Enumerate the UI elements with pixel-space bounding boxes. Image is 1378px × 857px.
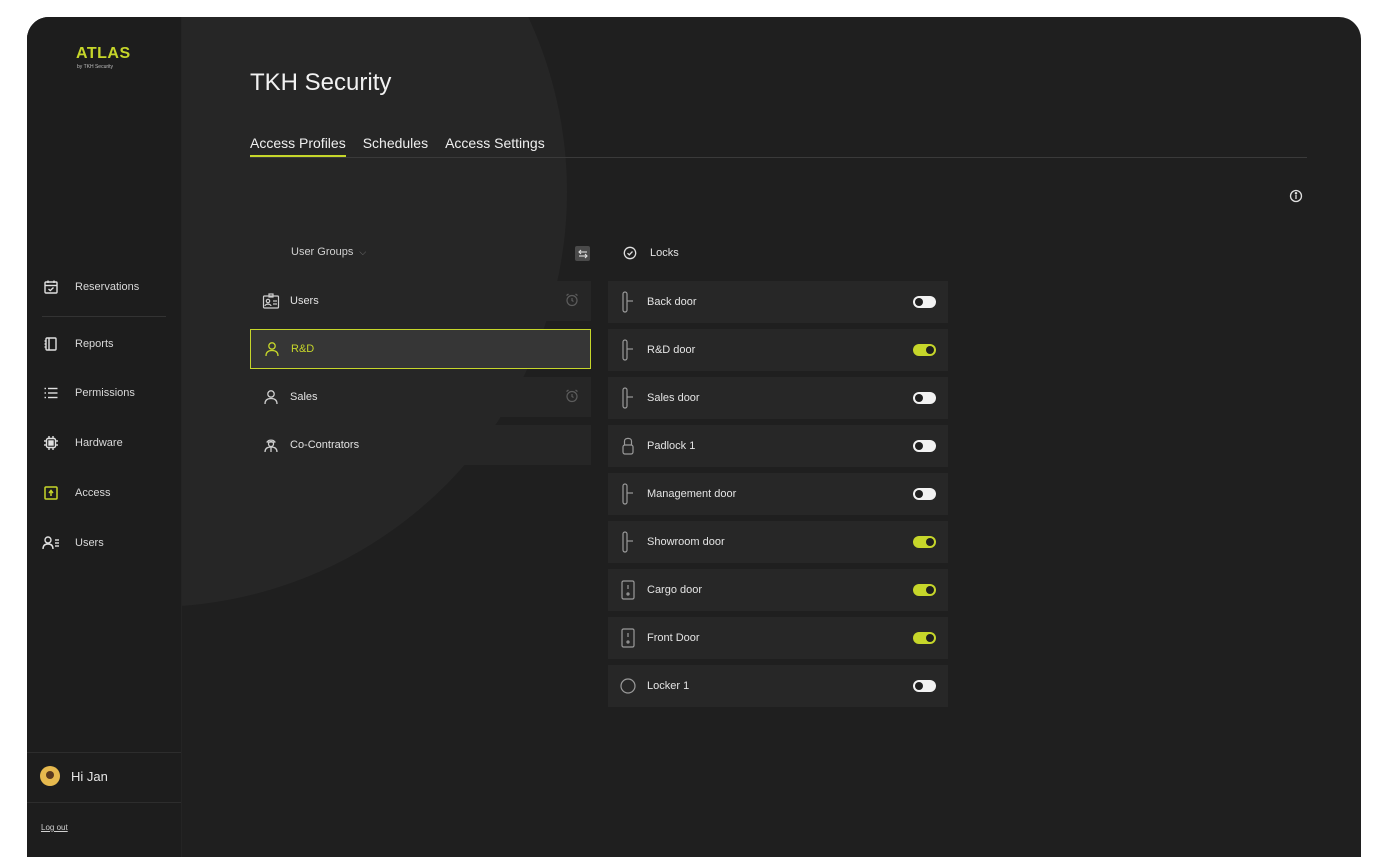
lock-row-cargo-door: Cargo door xyxy=(608,569,948,611)
tab-access-settings[interactable]: Access Settings xyxy=(445,135,545,157)
app-window: ATLAS by TKH Security Reservations Repor… xyxy=(27,17,1361,857)
door-handle-icon xyxy=(620,291,636,313)
user-greeting[interactable]: Hi Jan xyxy=(40,766,108,786)
id-card-icon xyxy=(261,291,281,311)
sidebar-item-users[interactable]: Users xyxy=(42,533,104,553)
sidebar-item-label: Users xyxy=(75,537,104,549)
contractor-icon xyxy=(261,435,281,455)
group-row-co-contrators[interactable]: Co-Contrators xyxy=(250,425,591,465)
sidebar-item-label: Reports xyxy=(75,338,114,350)
chip-icon xyxy=(42,434,60,452)
sidebar-bottom-divider xyxy=(27,802,181,803)
sidebar-divider xyxy=(42,316,166,317)
access-icon xyxy=(42,484,60,502)
user-groups-label: User Groups xyxy=(291,246,354,258)
lock-toggle[interactable] xyxy=(913,680,936,692)
sidebar-item-label: Hardware xyxy=(75,437,123,449)
swap-icon xyxy=(577,249,588,258)
logout-link[interactable]: Log out xyxy=(41,823,68,832)
lock-toggle[interactable] xyxy=(913,536,936,548)
lock-toggle[interactable] xyxy=(913,488,936,500)
lock-row-sales-door: Sales door xyxy=(608,377,948,419)
door-panel-icon xyxy=(620,627,636,649)
check-circle-icon xyxy=(623,246,637,260)
page-title: TKH Security xyxy=(250,69,392,96)
lock-toggle[interactable] xyxy=(913,392,936,404)
lock-label: Back door xyxy=(647,296,697,308)
door-handle-icon xyxy=(620,339,636,361)
locker-icon xyxy=(620,675,636,697)
door-handle-icon xyxy=(620,483,636,505)
sidebar-item-reports[interactable]: Reports xyxy=(42,334,114,354)
swap-button[interactable] xyxy=(575,246,590,261)
user-icon xyxy=(262,339,282,359)
door-handle-icon xyxy=(620,387,636,409)
group-label: R&D xyxy=(291,343,315,355)
tab-schedules[interactable]: Schedules xyxy=(363,135,428,157)
tab-access-profiles[interactable]: Access Profiles xyxy=(250,135,346,157)
list-icon xyxy=(42,384,60,402)
lock-row-back-door: Back door xyxy=(608,281,948,323)
lock-row-showroom-door: Showroom door xyxy=(608,521,948,563)
tab-bar: Access Profiles Schedules Access Setting… xyxy=(250,135,562,157)
report-icon xyxy=(42,335,60,353)
lock-toggle[interactable] xyxy=(913,584,936,596)
sidebar-item-access[interactable]: Access xyxy=(42,483,110,503)
group-row-sales[interactable]: Sales xyxy=(250,377,591,417)
user-icon xyxy=(261,387,281,407)
calendar-icon xyxy=(42,278,60,296)
lock-label: Cargo door xyxy=(647,584,703,596)
group-row-rnd[interactable]: R&D xyxy=(250,329,591,369)
lock-label: Management door xyxy=(647,488,737,500)
group-label: Users xyxy=(290,295,319,307)
sidebar-bottom-divider xyxy=(27,752,181,753)
sidebar-item-label: Access xyxy=(75,487,111,499)
alarm-clock-icon xyxy=(565,389,579,406)
lock-label: R&D door xyxy=(647,344,696,356)
lock-label: Front Door xyxy=(647,632,700,644)
lock-label: Locker 1 xyxy=(647,680,690,692)
sidebar-item-hardware[interactable]: Hardware xyxy=(42,433,123,453)
greeting-text: Hi Jan xyxy=(71,768,108,784)
padlock-icon xyxy=(620,435,636,457)
logo: ATLAS by TKH Security xyxy=(76,45,131,70)
info-icon[interactable] xyxy=(1289,189,1303,203)
lock-row-padlock-1: Padlock 1 xyxy=(608,425,948,467)
lock-row-front-door: Front Door xyxy=(608,617,948,659)
user-groups-dropdown[interactable]: User Groups ⌵ xyxy=(291,246,366,258)
users-icon xyxy=(42,534,60,552)
lock-label: Padlock 1 xyxy=(647,440,696,452)
logo-subtitle: by TKH Security xyxy=(77,64,114,70)
lock-toggle[interactable] xyxy=(913,632,936,644)
group-row-users[interactable]: Users xyxy=(250,281,591,321)
sidebar-item-label: Reservations xyxy=(75,281,140,293)
door-handle-icon xyxy=(620,531,636,553)
locks-header: Locks xyxy=(623,246,679,260)
lock-label: Sales door xyxy=(647,392,700,404)
logo-title: ATLAS xyxy=(76,45,131,62)
lock-row-rnd-door: R&D door xyxy=(608,329,948,371)
group-label: Co-Contrators xyxy=(290,439,360,451)
group-label: Sales xyxy=(290,391,318,403)
sidebar-item-reservations[interactable]: Reservations xyxy=(42,277,139,297)
locks-label: Locks xyxy=(650,247,679,259)
lock-toggle[interactable] xyxy=(913,440,936,452)
lock-row-management-door: Management door xyxy=(608,473,948,515)
lock-label: Showroom door xyxy=(647,536,725,548)
sidebar-item-label: Permissions xyxy=(75,387,135,399)
door-panel-icon xyxy=(620,579,636,601)
alarm-clock-icon xyxy=(565,293,579,310)
chevron-down-icon: ⌵ xyxy=(359,246,367,257)
tabs-divider xyxy=(250,157,1307,158)
sidebar-item-permissions[interactable]: Permissions xyxy=(42,383,135,403)
lock-toggle[interactable] xyxy=(913,344,936,356)
sidebar: ATLAS by TKH Security Reservations Repor… xyxy=(27,17,182,857)
lock-toggle[interactable] xyxy=(913,296,936,308)
lock-row-locker-1: Locker 1 xyxy=(608,665,948,707)
avatar xyxy=(40,766,60,786)
